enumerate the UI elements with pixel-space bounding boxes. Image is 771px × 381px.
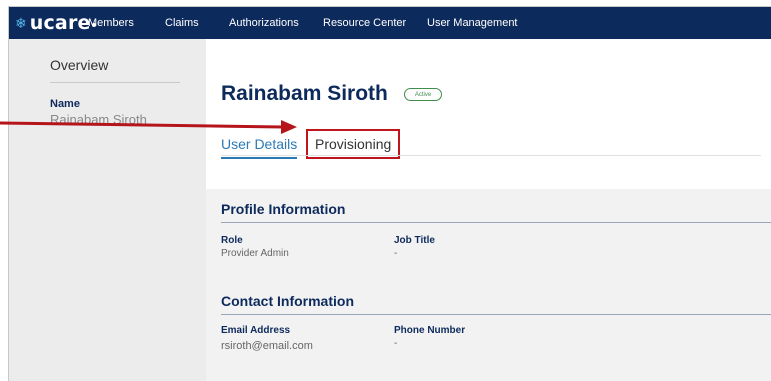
top-navigation-bar: ❄ ucare Members Claims Authorizations Re… — [9, 7, 771, 39]
phone-label: Phone Number — [394, 325, 466, 336]
phone-value: - — [394, 338, 398, 349]
email-label: Email Address — [221, 325, 291, 336]
nav-item-members[interactable]: Members — [88, 17, 134, 29]
nav-item-user-management[interactable]: User Management — [427, 17, 518, 29]
page-title: Rainabam Siroth — [221, 82, 388, 105]
snowflake-icon: ❄ — [15, 15, 27, 31]
ucare-logo[interactable]: ❄ ucare — [15, 11, 96, 34]
app-window: ❄ ucare Members Claims Authorizations Re… — [8, 6, 771, 381]
job-title-value: - — [394, 248, 398, 259]
contact-section-divider — [221, 314, 771, 315]
role-value: Provider Admin — [221, 248, 289, 259]
role-label: Role — [221, 235, 243, 246]
logo-text: ucare — [29, 11, 91, 34]
status-badge: Active — [404, 88, 442, 101]
nav-item-resource-center[interactable]: Resource Center — [323, 17, 406, 29]
sidebar-name-value: Rainabam Siroth — [50, 112, 147, 127]
tabs-divider — [221, 155, 761, 156]
sidebar: Overview Name Rainabam Siroth — [9, 39, 206, 381]
job-title-label: Job Title — [394, 235, 435, 246]
sidebar-name-label: Name — [50, 98, 80, 110]
profile-section-divider — [221, 222, 771, 223]
details-panel: Profile Information Role Provider Admin … — [206, 189, 771, 381]
nav-item-authorizations[interactable]: Authorizations — [229, 17, 299, 29]
email-value: rsiroth@email.com — [221, 340, 313, 352]
sidebar-overview-link[interactable]: Overview — [50, 57, 108, 73]
main-content: Rainabam Siroth Active User Details Prov… — [206, 39, 771, 381]
sidebar-divider — [50, 82, 180, 83]
contact-section-title: Contact Information — [221, 293, 354, 309]
nav-item-claims[interactable]: Claims — [165, 17, 199, 29]
profile-section-title: Profile Information — [221, 201, 346, 217]
